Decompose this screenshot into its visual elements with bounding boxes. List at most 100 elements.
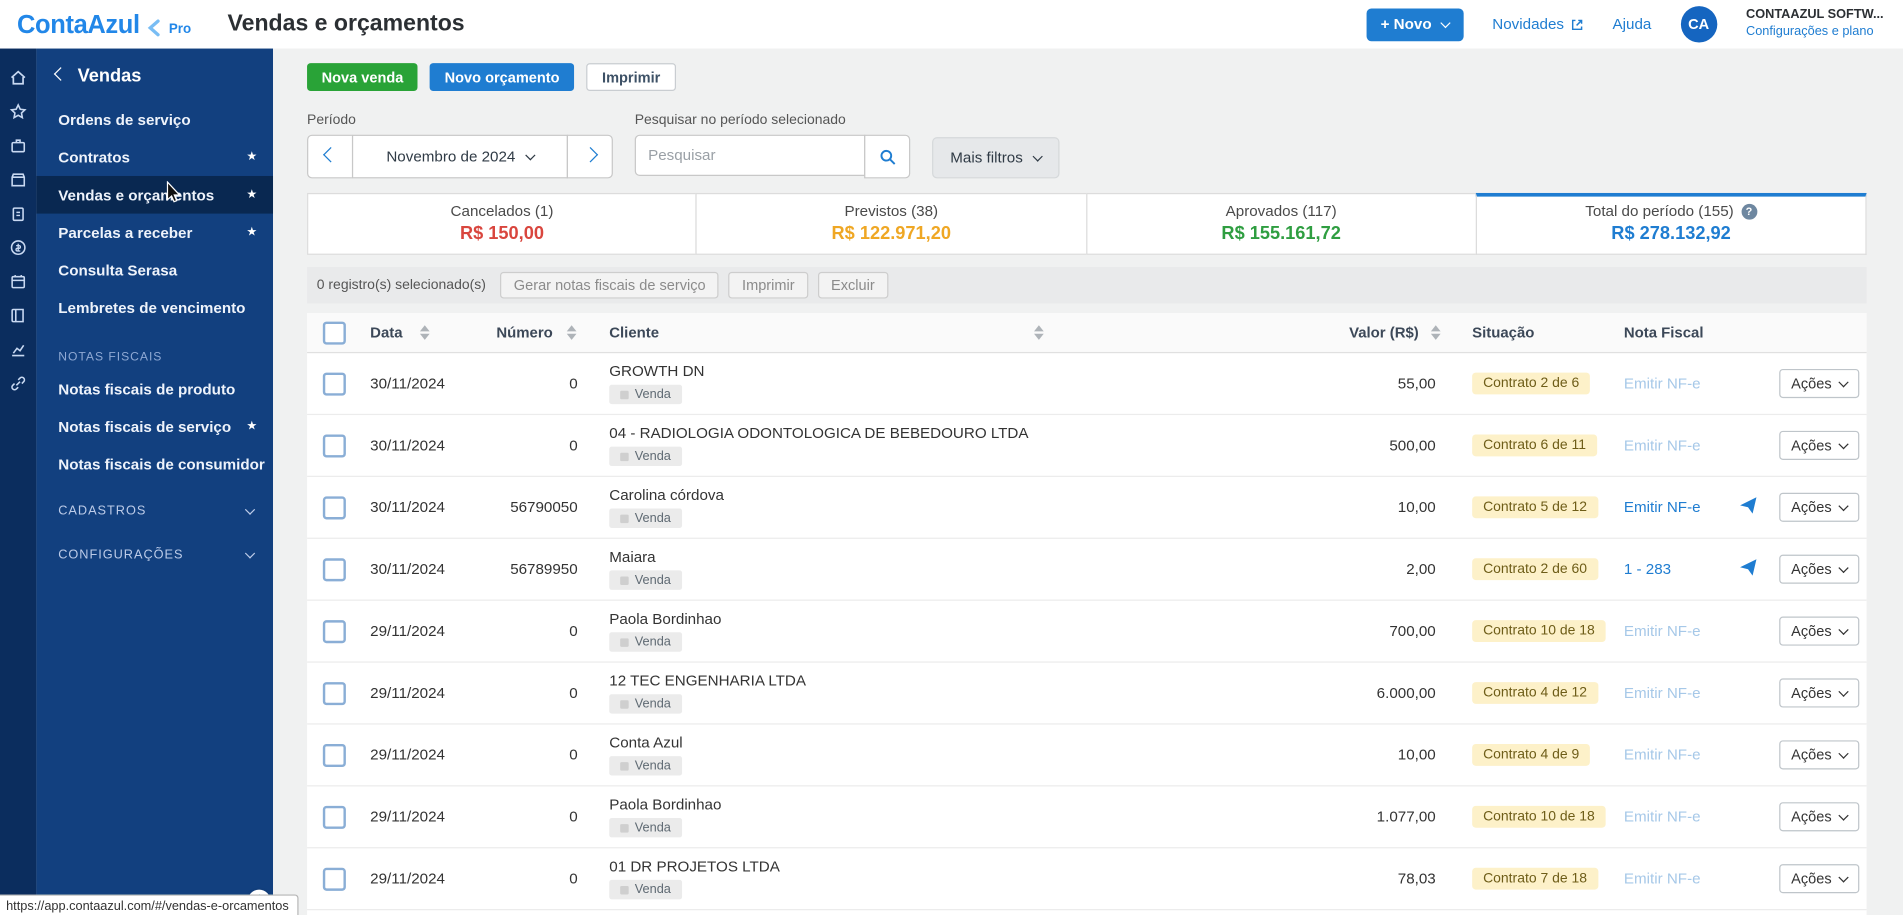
contract-status-badge: Contrato 2 de 6 (1472, 373, 1590, 395)
sidebar-item[interactable]: Vendas e orçamentos★ (36, 176, 273, 214)
favorite-star-icon[interactable]: ★ (246, 226, 257, 239)
chevron-left-icon (54, 67, 68, 81)
sidebar-title: Vendas (78, 66, 142, 87)
column-header[interactable]: Situação (1450, 324, 1614, 341)
search-button[interactable] (864, 135, 910, 179)
column-header[interactable]: Nota Fiscal (1614, 324, 1772, 341)
row-checkbox[interactable] (323, 743, 346, 766)
column-header[interactable]: Data (356, 324, 480, 341)
column-header[interactable]: Número (479, 324, 594, 341)
row-checkbox[interactable] (323, 681, 346, 704)
summary-tab[interactable]: Total do período (155)?R$ 278.132,92 (1475, 193, 1866, 255)
imprimir-button[interactable]: Imprimir (586, 63, 676, 91)
acoes-button[interactable]: Ações (1779, 678, 1860, 707)
sale-type-badge: Venda (609, 632, 682, 651)
novo-orcamento-button[interactable]: Novo orçamento (430, 63, 574, 91)
sidebar-item[interactable]: Notas fiscais de serviço★ (36, 408, 273, 446)
sidebar-item-label: Notas fiscais de consumidor (58, 456, 265, 473)
favorites-icon[interactable] (8, 102, 27, 121)
receipts-icon[interactable] (8, 204, 27, 223)
sort-icon[interactable] (420, 325, 430, 340)
integrations-icon[interactable] (8, 374, 27, 393)
sidebar-item[interactable]: Parcelas a receber★ (36, 214, 273, 252)
sort-icon[interactable] (567, 325, 577, 340)
acoes-button[interactable]: Ações (1779, 864, 1860, 893)
novo-button[interactable]: + Novo (1366, 8, 1463, 41)
acoes-button[interactable]: Ações (1779, 555, 1860, 584)
reports-icon[interactable] (8, 340, 27, 359)
ajuda-link[interactable]: Ajuda (1613, 16, 1652, 33)
sort-icon[interactable] (1431, 325, 1441, 340)
send-icon[interactable] (1739, 496, 1757, 514)
mais-filtros-label: Mais filtros (950, 149, 1022, 166)
emit-nfe-link[interactable]: Emitir NF-e (1624, 499, 1701, 516)
acoes-button[interactable]: Ações (1779, 369, 1860, 398)
account-info[interactable]: CONTAAZUL SOFTW... Configurações e plano (1746, 8, 1884, 41)
money-icon[interactable] (8, 238, 27, 257)
favorite-star-icon[interactable]: ★ (246, 150, 257, 163)
select-all-checkbox[interactable] (323, 321, 346, 344)
bulk-action-button[interactable]: Excluir (818, 272, 888, 299)
acoes-button[interactable]: Ações (1779, 740, 1860, 769)
sidebar-item[interactable]: Ordens de serviço (36, 101, 273, 139)
row-checkbox[interactable] (323, 558, 346, 581)
account-settings-link[interactable]: Configurações e plano (1746, 24, 1884, 41)
sidebar-group-toggle[interactable]: CADASTROS (36, 495, 273, 527)
period-dropdown[interactable]: Novembro de 2024 (352, 135, 568, 179)
send-icon[interactable] (1739, 558, 1757, 576)
contaazul-logo[interactable]: ContaAzul Pro (17, 12, 191, 37)
contract-status-badge: Contrato 7 de 18 (1472, 868, 1598, 890)
topbar-right: + Novo Novidades Ajuda CA CONTAAZUL SOFT… (1366, 6, 1884, 42)
acoes-button[interactable]: Ações (1779, 617, 1860, 646)
column-header[interactable]: Valor (R$) (1056, 324, 1450, 341)
sidebar-item[interactable]: Consulta Serasa (36, 251, 273, 289)
row-checkbox[interactable] (323, 496, 346, 519)
sidebar-group-toggle[interactable]: CONFIGURAÇÕES (36, 539, 273, 571)
row-checkbox[interactable] (323, 620, 346, 643)
sort-icon[interactable] (1034, 325, 1044, 340)
acoes-button[interactable]: Ações (1779, 493, 1860, 522)
row-checkbox[interactable] (323, 867, 346, 890)
table-row: 30/11/202456789950MaiaraVenda2,00Contrat… (307, 539, 1867, 601)
products-icon[interactable] (8, 136, 27, 155)
summary-tab[interactable]: Aprovados (117)R$ 155.161,72 (1086, 193, 1477, 255)
row-checkbox[interactable] (323, 372, 346, 395)
row-date: 30/11/2024 (356, 437, 480, 454)
sidebar-item-label: Consulta Serasa (58, 262, 177, 279)
bulk-action-button[interactable]: Gerar notas fiscais de serviço (500, 272, 719, 299)
row-number: 0 (479, 746, 594, 763)
ledger-icon[interactable] (8, 306, 27, 325)
acoes-label: Ações (1791, 375, 1831, 392)
calendar-icon[interactable] (8, 272, 27, 291)
sidebar-item[interactable]: Notas fiscais de produto (36, 370, 273, 408)
bulk-action-button[interactable]: Imprimir (729, 272, 808, 299)
novidades-link[interactable]: Novidades (1492, 16, 1583, 33)
acoes-button[interactable]: Ações (1779, 802, 1860, 831)
row-checkbox[interactable] (323, 805, 346, 828)
favorite-star-icon[interactable]: ★ (246, 188, 257, 201)
filters-row: Período Novembro de 2024 Pesquisar no pe… (307, 113, 1867, 179)
favorite-star-icon[interactable]: ★ (246, 420, 257, 433)
sidebar-item[interactable]: Notas fiscais de consumidor (36, 445, 273, 483)
store-icon[interactable] (8, 170, 27, 189)
home-icon[interactable] (8, 68, 27, 87)
column-header[interactable]: Cliente (595, 324, 1056, 341)
summary-tab[interactable]: Cancelados (1)R$ 150,00 (307, 193, 697, 255)
sidebar-item[interactable]: Contratos★ (36, 138, 273, 176)
acoes-button[interactable]: Ações (1779, 431, 1860, 460)
previous-period-button[interactable] (307, 135, 353, 179)
mais-filtros-button[interactable]: Mais filtros (932, 137, 1059, 178)
column-header-label: Nota Fiscal (1624, 324, 1704, 341)
emit-nfe-link[interactable]: 1 - 283 (1624, 561, 1671, 578)
next-period-button[interactable] (567, 135, 613, 179)
help-icon[interactable]: ? (1741, 203, 1757, 219)
nova-venda-button[interactable]: Nova venda (307, 63, 418, 91)
search-input[interactable] (635, 135, 866, 176)
row-checkbox[interactable] (323, 434, 346, 457)
sidebar-back[interactable]: Vendas (36, 49, 273, 101)
summary-tab[interactable]: Previstos (38)R$ 122.971,20 (696, 193, 1087, 255)
avatar[interactable]: CA (1680, 6, 1716, 42)
sidebar-item[interactable]: Lembretes de vencimento (36, 289, 273, 327)
external-link-icon (1570, 18, 1583, 31)
chevron-down-icon (245, 504, 255, 514)
